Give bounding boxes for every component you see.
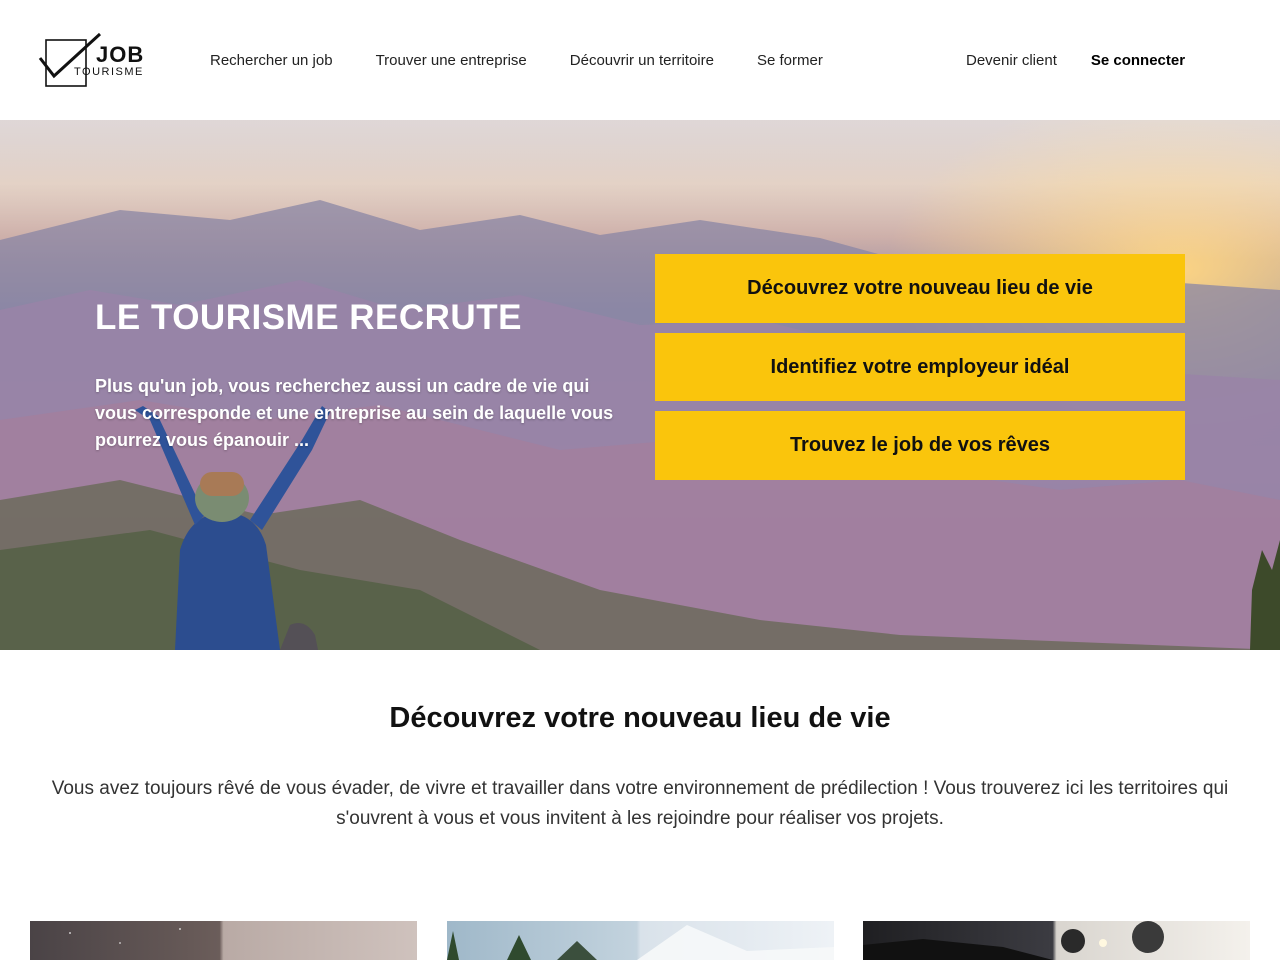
territory-card[interactable] [30,921,417,960]
territory-card[interactable] [863,921,1250,960]
discover-place-button[interactable]: Découvrez votre nouveau lieu de vie [655,254,1185,323]
find-job-button[interactable]: Trouvez le job de vos rêves [655,411,1185,480]
main-nav: Rechercher un job Trouver une entreprise… [210,0,866,120]
logo-word-job: JOB [96,42,145,67]
hero-title: LE TOURISME RECRUTE [95,298,522,337]
hero-description: Plus qu'un job, vous recherchez aussi un… [95,376,614,450]
site-header: JOB TOURISME Rechercher un job Trouver u… [0,0,1280,120]
account-nav: Devenir client Se connecter [966,0,1219,120]
section-description: Vous avez toujours rêvé de vous évader, … [51,778,1229,829]
hero-banner: LE TOURISME RECRUTE Plus qu'un job, vous… [0,120,1280,650]
become-client-link[interactable]: Devenir client [966,52,1057,69]
nav-trouver-entreprise[interactable]: Trouver une entreprise [376,52,527,69]
login-link[interactable]: Se connecter [1091,52,1185,69]
alpine-lake-image [447,925,834,960]
nav-rechercher-job[interactable]: Rechercher un job [210,52,333,69]
section-title: Découvrez votre nouveau lieu de vie [389,702,891,734]
nav-decouvrir-territoire[interactable]: Découvrir un territoire [570,52,714,69]
territory-card[interactable] [447,921,834,960]
mountain-bikers-image [863,921,1164,960]
logo-word-tourisme: TOURISME [74,66,144,78]
night-sky-image [69,928,181,944]
identify-employer-button[interactable]: Identifiez votre employeur idéal [655,333,1185,401]
jobtourisme-logo[interactable]: JOB TOURISME [38,32,145,88]
nav-se-former[interactable]: Se former [757,52,823,69]
